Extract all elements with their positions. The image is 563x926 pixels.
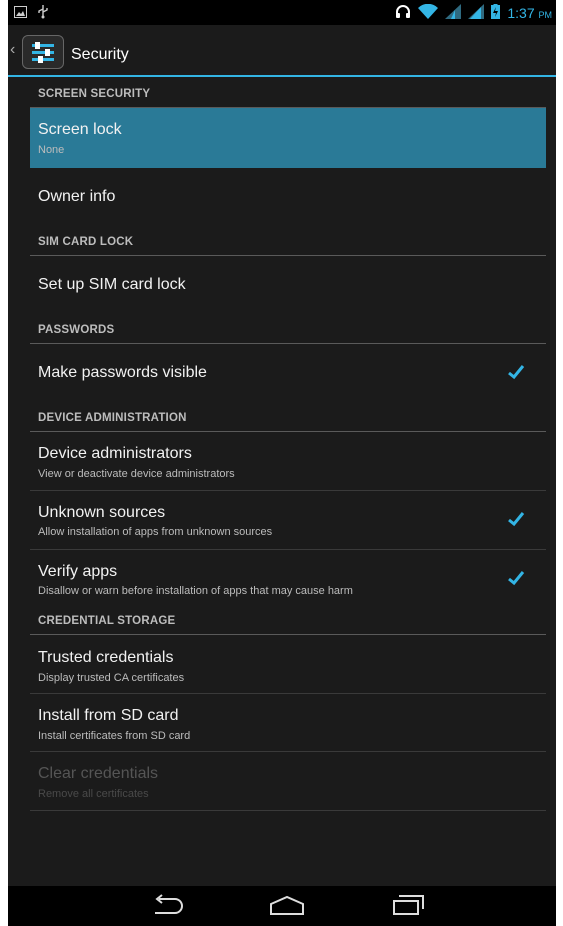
section-header-passwords: PASSWORDS xyxy=(30,314,546,344)
item-summary: Display trusted CA certificates xyxy=(38,672,185,684)
item-summary: Install certificates from SD card xyxy=(38,730,191,742)
settings-sliders-icon[interactable] xyxy=(22,35,64,69)
page-title: Security xyxy=(71,46,129,63)
checkbox-checked-icon[interactable] xyxy=(506,509,526,529)
usb-icon xyxy=(37,4,49,22)
item-summary: View or deactivate device administrators xyxy=(38,468,235,480)
battery-icon xyxy=(491,4,501,22)
recents-icon[interactable] xyxy=(391,894,425,921)
checkbox-checked-icon[interactable] xyxy=(506,362,526,382)
item-title: Unknown sources xyxy=(38,504,166,521)
make-passwords-visible-item[interactable]: Make passwords visible xyxy=(30,344,546,402)
wifi-icon xyxy=(418,3,439,22)
action-bar: ‹ Security xyxy=(8,25,556,77)
screen-lock-item[interactable]: Screen lock None xyxy=(30,108,546,168)
signal-icon xyxy=(445,4,462,22)
install-from-sd-card-item[interactable]: Install from SD card Install certificate… xyxy=(30,694,546,752)
item-title: Screen lock xyxy=(38,121,122,138)
up-caret-icon[interactable]: ‹ xyxy=(10,41,15,59)
status-bar: 1:37 PM xyxy=(8,0,556,25)
unknown-sources-item[interactable]: Unknown sources Allow installation of ap… xyxy=(30,491,546,550)
item-title: Device administrators xyxy=(38,445,192,462)
sim-card-lock-item[interactable]: Set up SIM card lock xyxy=(30,256,546,314)
item-title: Make passwords visible xyxy=(38,364,207,381)
item-summary: Allow installation of apps from unknown … xyxy=(38,526,273,538)
item-title: Clear credentials xyxy=(38,765,159,782)
image-icon xyxy=(14,5,27,21)
item-summary: Disallow or warn before installation of … xyxy=(38,585,353,597)
headset-icon xyxy=(395,4,411,22)
section-header-credential-storage: CREDENTIAL STORAGE xyxy=(30,609,546,635)
navigation-bar xyxy=(8,886,556,926)
item-title: Verify apps xyxy=(38,563,118,580)
phone-screen: 1:37 PM ‹ Security SCREEN SECURITY Scree… xyxy=(8,0,556,926)
section-header-screen-security: SCREEN SECURITY xyxy=(30,78,546,108)
home-icon[interactable] xyxy=(269,894,305,921)
trusted-credentials-item[interactable]: Trusted credentials Display trusted CA c… xyxy=(30,635,546,694)
checkbox-checked-icon[interactable] xyxy=(506,568,526,588)
clear-credentials-item: Clear credentials Remove all certificate… xyxy=(30,752,546,811)
section-header-sim-card-lock: SIM CARD LOCK xyxy=(30,226,546,256)
back-icon[interactable] xyxy=(151,894,185,921)
item-title: Set up SIM card lock xyxy=(38,276,186,293)
section-header-device-administration: DEVICE ADMINISTRATION xyxy=(30,402,546,432)
owner-info-item[interactable]: Owner info xyxy=(30,168,546,226)
item-title: Owner info xyxy=(38,188,116,205)
settings-list: SCREEN SECURITY Screen lock None Owner i… xyxy=(8,78,556,811)
item-summary: Remove all certificates xyxy=(38,788,149,800)
item-title: Trusted credentials xyxy=(38,649,174,666)
verify-apps-item[interactable]: Verify apps Disallow or warn before inst… xyxy=(30,550,546,609)
item-title: Install from SD card xyxy=(38,707,179,724)
clock: 1:37 PM xyxy=(507,5,552,21)
signal-icon xyxy=(468,4,485,22)
item-summary: None xyxy=(38,144,65,156)
device-administrators-item[interactable]: Device administrators View or deactivate… xyxy=(30,432,546,491)
